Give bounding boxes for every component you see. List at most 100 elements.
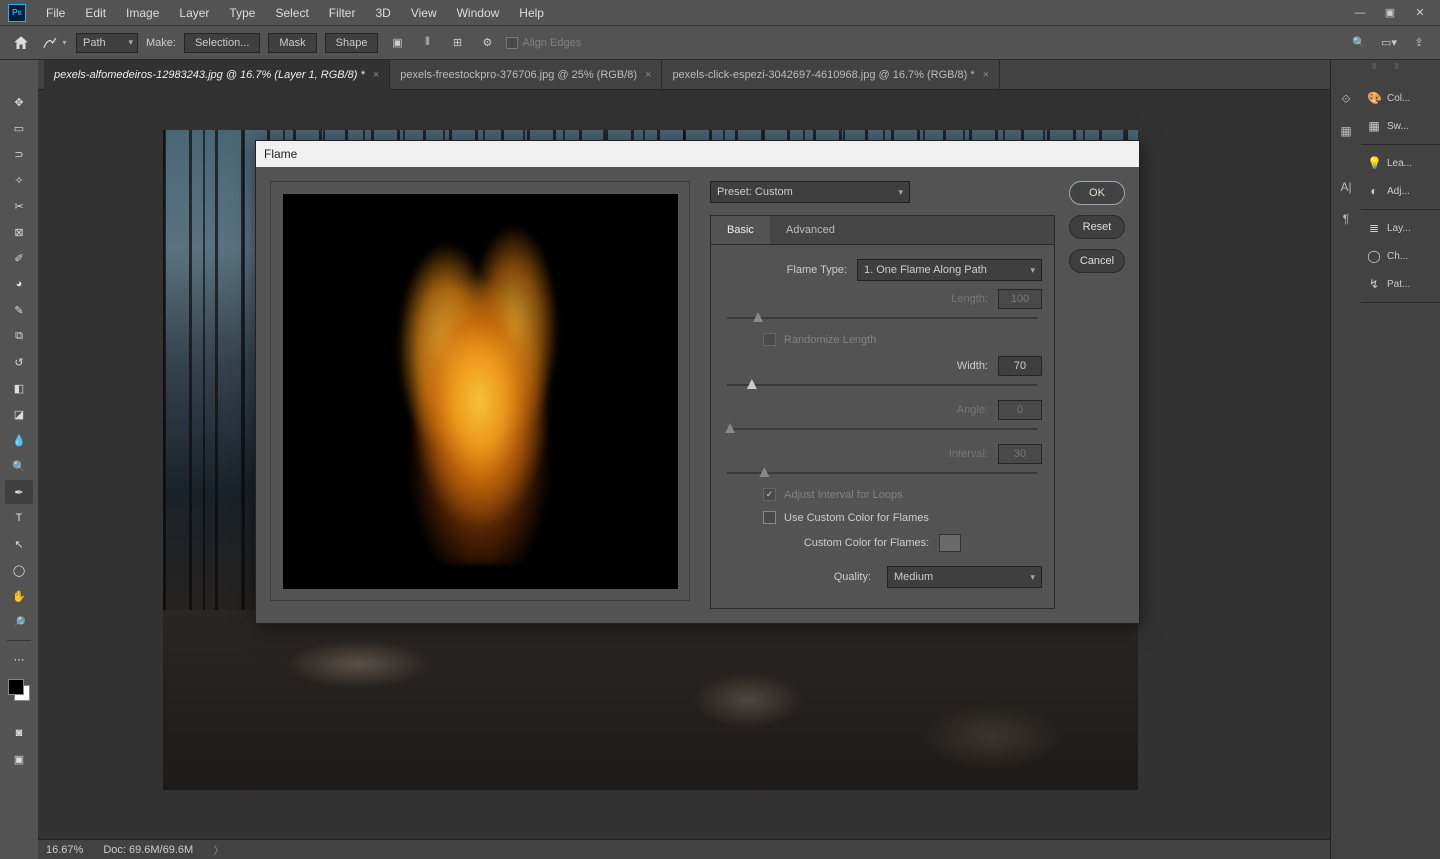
workspace-switcher-icon[interactable]: ▭▾ [1378, 32, 1400, 54]
width-slider[interactable] [727, 384, 1038, 386]
shape-tool-icon[interactable]: ◯ [5, 558, 33, 582]
eraser-tool-icon[interactable]: ◧ [5, 376, 33, 400]
color-panel-button[interactable]: 🎨Col... [1361, 84, 1440, 112]
menu-image[interactable]: Image [116, 2, 169, 24]
zoom-tool-icon[interactable]: 🔎 [5, 610, 33, 634]
path-select-tool-icon[interactable]: ↖ [5, 532, 33, 556]
learn-panel-button[interactable]: 💡Lea... [1361, 149, 1440, 177]
flame-preview [283, 194, 678, 589]
randomize-length-label: Randomize Length [784, 334, 876, 346]
properties-panel-icon[interactable]: ▦ [1335, 120, 1357, 142]
cancel-button[interactable]: Cancel [1069, 249, 1125, 273]
eyedropper-tool-icon[interactable]: ✐ [5, 246, 33, 270]
interval-slider [727, 472, 1038, 474]
edit-toolbar-icon[interactable]: ⋯ [5, 647, 33, 671]
doc-size[interactable]: Doc: 69.6M/69.6M [103, 844, 193, 856]
tab-title: pexels-alfomedeiros-12983243.jpg @ 16.7%… [54, 69, 365, 81]
dialog-titlebar[interactable]: Flame [256, 141, 1139, 167]
adjustments-panel-button[interactable]: ◐Adj... [1361, 177, 1440, 205]
document-tab[interactable]: pexels-click-espezi-3042697-4610968.jpg … [662, 60, 1000, 90]
tab-close-icon[interactable]: × [373, 69, 379, 81]
screen-mode-icon[interactable]: ▣ [5, 747, 33, 771]
search-icon[interactable]: 🔍 [1348, 32, 1370, 54]
use-custom-color-checkbox[interactable] [763, 511, 776, 524]
adjust-interval-checkbox: ✓ [763, 488, 776, 501]
gradient-tool-icon[interactable]: ◪ [5, 402, 33, 426]
move-tool-icon[interactable]: ✥ [5, 90, 33, 114]
zoom-level[interactable]: 16.67% [46, 844, 83, 856]
make-shape-button[interactable]: Shape [325, 33, 379, 53]
width-input[interactable]: 70 [998, 356, 1042, 376]
width-label: Width: [723, 360, 988, 372]
menu-filter[interactable]: Filter [319, 2, 366, 24]
history-brush-tool-icon[interactable]: ↺ [5, 350, 33, 374]
tools-panel: ✥ ▭ ⊃ ✧ ✂ ⊠ ✐ ◕ ✎ ⧉ ↺ ◧ ◪ 💧 🔍 ✒ T ↖ ◯ ✋ … [0, 80, 38, 771]
path-arrangement-icon[interactable]: ⊞ [446, 32, 468, 54]
marquee-tool-icon[interactable]: ▭ [5, 116, 33, 140]
dodge-tool-icon[interactable]: 🔍 [5, 454, 33, 478]
menu-3d[interactable]: 3D [365, 2, 400, 24]
lasso-tool-icon[interactable]: ⊃ [5, 142, 33, 166]
canvas-content [163, 610, 1138, 790]
menu-help[interactable]: Help [509, 2, 554, 24]
tab-close-icon[interactable]: × [983, 69, 989, 81]
menu-file[interactable]: File [36, 2, 75, 24]
frame-tool-icon[interactable]: ⊠ [5, 220, 33, 244]
mode-dropdown[interactable]: Path [76, 33, 138, 53]
tool-preset-picker[interactable]: ▾ [40, 33, 68, 53]
menu-select[interactable]: Select [265, 2, 318, 24]
paths-panel-button[interactable]: ↯Pat... [1361, 270, 1440, 298]
quick-mask-icon[interactable]: ◙ [5, 721, 33, 745]
path-alignment-icon[interactable]: ⫴ [416, 32, 438, 54]
palette-icon: 🎨 [1367, 91, 1381, 105]
menu-edit[interactable]: Edit [75, 2, 116, 24]
document-tab[interactable]: pexels-freestockpro-376706.jpg @ 25% (RG… [390, 60, 662, 90]
share-icon[interactable]: ⇪ [1408, 32, 1430, 54]
paths-icon: ↯ [1367, 277, 1381, 291]
channels-icon: ◯ [1367, 249, 1381, 263]
make-mask-button[interactable]: Mask [268, 33, 316, 53]
color-swatch[interactable] [8, 679, 30, 701]
type-tool-icon[interactable]: T [5, 506, 33, 530]
tab-basic[interactable]: Basic [711, 216, 770, 244]
layers-panel-button[interactable]: ≣Lay... [1361, 214, 1440, 242]
status-chevron-icon[interactable]: 〉 [213, 842, 224, 858]
menu-layer[interactable]: Layer [169, 2, 219, 24]
hand-tool-icon[interactable]: ✋ [5, 584, 33, 608]
flame-type-dropdown[interactable]: 1. One Flame Along Path [857, 259, 1042, 281]
document-tab[interactable]: pexels-alfomedeiros-12983243.jpg @ 16.7%… [44, 60, 390, 90]
tab-close-icon[interactable]: × [645, 69, 651, 81]
menu-window[interactable]: Window [447, 2, 510, 24]
swatches-panel-button[interactable]: ▦Sw... [1361, 112, 1440, 140]
angle-input: 0 [998, 400, 1042, 420]
window-minimize-icon[interactable]: — [1348, 4, 1372, 22]
reset-button[interactable]: Reset [1069, 215, 1125, 239]
window-close-icon[interactable]: ✕ [1408, 4, 1432, 22]
window-maximize-icon[interactable]: ▣ [1378, 4, 1402, 22]
brush-tool-icon[interactable]: ✎ [5, 298, 33, 322]
clone-stamp-tool-icon[interactable]: ⧉ [5, 324, 33, 348]
path-operations-icon[interactable]: ▣ [386, 32, 408, 54]
gear-icon[interactable]: ⚙ [476, 32, 498, 54]
home-icon[interactable] [10, 32, 32, 54]
quick-select-tool-icon[interactable]: ✧ [5, 168, 33, 192]
ok-button[interactable]: OK [1069, 181, 1125, 205]
make-label: Make: [146, 37, 176, 49]
foreground-color[interactable] [8, 679, 24, 695]
channels-panel-button[interactable]: ◯Ch... [1361, 242, 1440, 270]
tab-title: pexels-freestockpro-376706.jpg @ 25% (RG… [400, 69, 637, 81]
paragraph-panel-icon[interactable]: ¶ [1335, 208, 1357, 230]
make-selection-button[interactable]: Selection... [184, 33, 260, 53]
crop-tool-icon[interactable]: ✂ [5, 194, 33, 218]
menu-type[interactable]: Type [219, 2, 265, 24]
quality-dropdown[interactable]: Medium [887, 566, 1042, 588]
pen-tool-icon[interactable]: ✒ [5, 480, 33, 504]
menu-view[interactable]: View [401, 2, 447, 24]
blur-tool-icon[interactable]: 💧 [5, 428, 33, 452]
spot-heal-tool-icon[interactable]: ◕ [5, 272, 33, 296]
history-panel-icon[interactable]: ⟐ [1335, 88, 1357, 110]
panel-grip[interactable]: ⠿ ⠿ [1331, 60, 1440, 74]
character-panel-icon[interactable]: A| [1335, 176, 1357, 198]
tab-advanced[interactable]: Advanced [770, 216, 851, 244]
preset-dropdown[interactable]: Preset: Custom [710, 181, 910, 203]
